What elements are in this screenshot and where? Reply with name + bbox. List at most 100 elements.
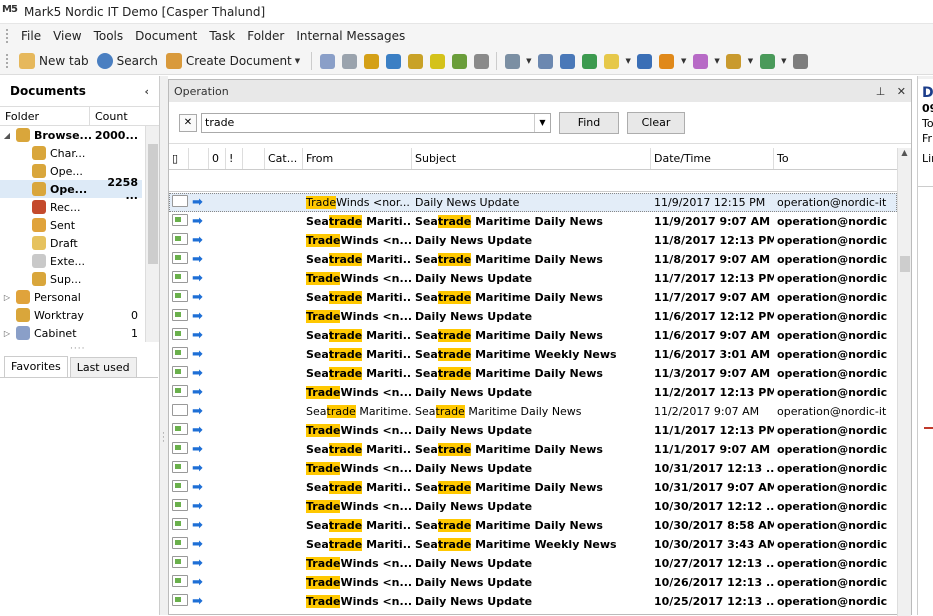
- preview-link[interactable]: Lin: [918, 146, 933, 171]
- new-tab-button[interactable]: New tab: [15, 50, 93, 72]
- create-document-button[interactable]: Create Document ▼: [162, 50, 307, 72]
- toolbar-action-18-button[interactable]: [756, 50, 778, 72]
- folder-tree-item[interactable]: Exte...: [0, 252, 142, 270]
- toolbar-action-1-button[interactable]: [316, 50, 338, 72]
- close-icon[interactable]: ✕: [897, 85, 906, 98]
- toolbar-action-3-button[interactable]: [360, 50, 382, 72]
- document-type-column-icon[interactable]: ▯: [169, 148, 189, 169]
- chevron-down-icon[interactable]: ▼: [626, 57, 631, 65]
- toolbar-action-10-button[interactable]: [535, 50, 557, 72]
- search-button[interactable]: Search: [93, 50, 162, 72]
- datetime-column[interactable]: Date/Time: [651, 148, 774, 169]
- column-blank[interactable]: [189, 148, 209, 169]
- toolbar-action-7-button[interactable]: [448, 50, 470, 72]
- scrollbar-thumb[interactable]: [148, 144, 158, 264]
- toolbar-action-2-button[interactable]: [338, 50, 360, 72]
- search-input[interactable]: [202, 113, 534, 132]
- toolbar-action-11-button[interactable]: [557, 50, 579, 72]
- importance-column-icon[interactable]: !: [226, 148, 243, 169]
- message-row[interactable]: ➡ Seatrade Mariti... Seatrade Maritime Dai…: [169, 288, 897, 307]
- clear-search-icon[interactable]: ✕: [179, 113, 197, 132]
- message-row[interactable]: ➡ TradeWinds <n... Daily News Update 11/8/2…: [169, 231, 897, 250]
- folder-tree-item[interactable]: Ope... 2258 ...: [0, 176, 142, 202]
- message-row[interactable]: ➡ TradeWinds <n... Daily News Update 11/6/2…: [169, 307, 897, 326]
- grid-scrollbar[interactable]: ▲: [897, 148, 911, 616]
- toolbar-action-6-button[interactable]: [426, 50, 448, 72]
- message-row[interactable]: ➡ Seatrade Mariti... Seatrade Maritime Dai…: [169, 516, 897, 535]
- message-row[interactable]: ➡ TradeWinds <n... Daily News Update 11/1/2…: [169, 421, 897, 440]
- filter-row[interactable]: [169, 171, 897, 192]
- folder-tree-item[interactable]: Sup...: [0, 270, 142, 288]
- expander-icon[interactable]: ▷: [2, 293, 12, 302]
- folder-tree-item[interactable]: Sent: [0, 216, 142, 234]
- subject-column[interactable]: Subject: [412, 148, 651, 169]
- message-row[interactable]: ➡ Seatrade Mariti... Seatrade Maritime Dai…: [169, 440, 897, 459]
- message-row[interactable]: ➡ TradeWinds <n... Daily News Update 10/27/…: [169, 554, 897, 573]
- scrollbar-thumb[interactable]: [900, 256, 910, 272]
- category-column[interactable]: Cat...: [265, 148, 303, 169]
- toolbar-action-9-button[interactable]: [501, 50, 523, 72]
- menu-tools[interactable]: Tools: [88, 25, 130, 47]
- message-row[interactable]: ➡ TradeWinds <n... Daily News Update 10/30/…: [169, 497, 897, 516]
- toolbar-action-8-button[interactable]: [470, 50, 492, 72]
- menu-file[interactable]: File: [15, 25, 47, 47]
- menu-folder[interactable]: Folder: [241, 25, 290, 47]
- count-column[interactable]: Count: [90, 107, 159, 125]
- message-row[interactable]: ➡ TradeWinds <n... Daily News Update 11/7/2…: [169, 269, 897, 288]
- chevron-down-icon[interactable]: ▼: [295, 57, 300, 65]
- toolbar-action-4-button[interactable]: [382, 50, 404, 72]
- clear-button[interactable]: Clear: [627, 111, 685, 134]
- chevron-down-icon[interactable]: ▼: [534, 113, 550, 132]
- toolbar-action-19-button[interactable]: [790, 50, 812, 72]
- chevron-down-icon[interactable]: ▼: [781, 57, 786, 65]
- toolbar-action-13-button[interactable]: [601, 50, 623, 72]
- expander-icon[interactable]: ▷: [2, 329, 12, 338]
- toolbar-action-5-button[interactable]: [404, 50, 426, 72]
- chevron-down-icon[interactable]: ▼: [681, 57, 686, 65]
- menu-document[interactable]: Document: [129, 25, 203, 47]
- menu-internal-messages[interactable]: Internal Messages: [290, 25, 411, 47]
- folder-tree-item[interactable]: ◢ Browse... 2000...: [0, 126, 142, 144]
- message-row[interactable]: ➡ Seatrade Mariti... Seatrade Maritime Dai…: [169, 478, 897, 497]
- chevron-down-icon[interactable]: ▼: [526, 57, 531, 65]
- from-column[interactable]: From: [303, 148, 412, 169]
- collapse-panel-icon[interactable]: ‹: [144, 85, 149, 98]
- folder-tree-item[interactable]: ▷ Personal: [0, 288, 142, 306]
- panel-splitter[interactable]: · · ·: [160, 76, 168, 615]
- menu-view[interactable]: View: [47, 25, 87, 47]
- to-column[interactable]: To: [774, 148, 897, 169]
- chevron-down-icon[interactable]: ▼: [714, 57, 719, 65]
- menu-task[interactable]: Task: [203, 25, 241, 47]
- message-row[interactable]: ➡ Seatrade Mariti... Seatrade Maritime Dai…: [169, 364, 897, 383]
- folder-tree-item[interactable]: ▷ Cabinet 1: [0, 324, 142, 342]
- folder-tree-scrollbar[interactable]: [145, 126, 159, 342]
- folder-tree-item[interactable]: Worktray 0: [0, 306, 142, 324]
- message-row[interactable]: ➡ TradeWinds <n... Daily News Update 11/2/2…: [169, 383, 897, 402]
- toolbar-action-16-button[interactable]: [689, 50, 711, 72]
- splitter-grip[interactable]: ····: [70, 344, 85, 354]
- message-row[interactable]: ➡ Seatrade Mariti... Seatrade Maritime Wee…: [169, 345, 897, 364]
- message-row[interactable]: ➡Seatrade Maritime...Seatrade Maritime D…: [169, 402, 897, 421]
- column-blank[interactable]: [243, 148, 265, 169]
- toolbar-action-17-button[interactable]: [723, 50, 745, 72]
- find-button[interactable]: Find: [559, 111, 619, 134]
- message-row[interactable]: ➡ Seatrade Mariti... Seatrade Maritime Dai…: [169, 250, 897, 269]
- message-row[interactable]: ➡ Seatrade Mariti... Seatrade Maritime Dai…: [169, 212, 897, 231]
- toolbar-action-14-button[interactable]: [634, 50, 656, 72]
- message-row[interactable]: ➡ Seatrade Mariti... Seatrade Maritime Wee…: [169, 535, 897, 554]
- toolbar-action-12-button[interactable]: [579, 50, 601, 72]
- expander-icon[interactable]: ◢: [2, 131, 12, 140]
- folder-tree-item[interactable]: Char...: [0, 144, 142, 162]
- message-row[interactable]: ➡ TradeWinds <nor... Daily News Update 11/9…: [169, 193, 897, 212]
- folder-tree-item[interactable]: Draft: [0, 234, 142, 252]
- attachment-column-icon[interactable]: 0: [209, 148, 226, 169]
- scroll-up-icon[interactable]: ▲: [898, 148, 911, 164]
- message-row[interactable]: ➡ TradeWinds <n... Daily News Update 10/25/…: [169, 592, 897, 611]
- tab-last-used[interactable]: Last used: [69, 357, 137, 377]
- pin-icon[interactable]: ⊥: [876, 85, 886, 98]
- message-row[interactable]: ➡ TradeWinds <n... Daily News Update 10/31/…: [169, 459, 897, 478]
- toolbar-action-15-button[interactable]: [656, 50, 678, 72]
- tab-favorites[interactable]: Favorites: [4, 356, 68, 377]
- message-row[interactable]: ➡ Seatrade Mariti... Seatrade Maritime Dai…: [169, 326, 897, 345]
- folder-column[interactable]: Folder: [0, 107, 90, 125]
